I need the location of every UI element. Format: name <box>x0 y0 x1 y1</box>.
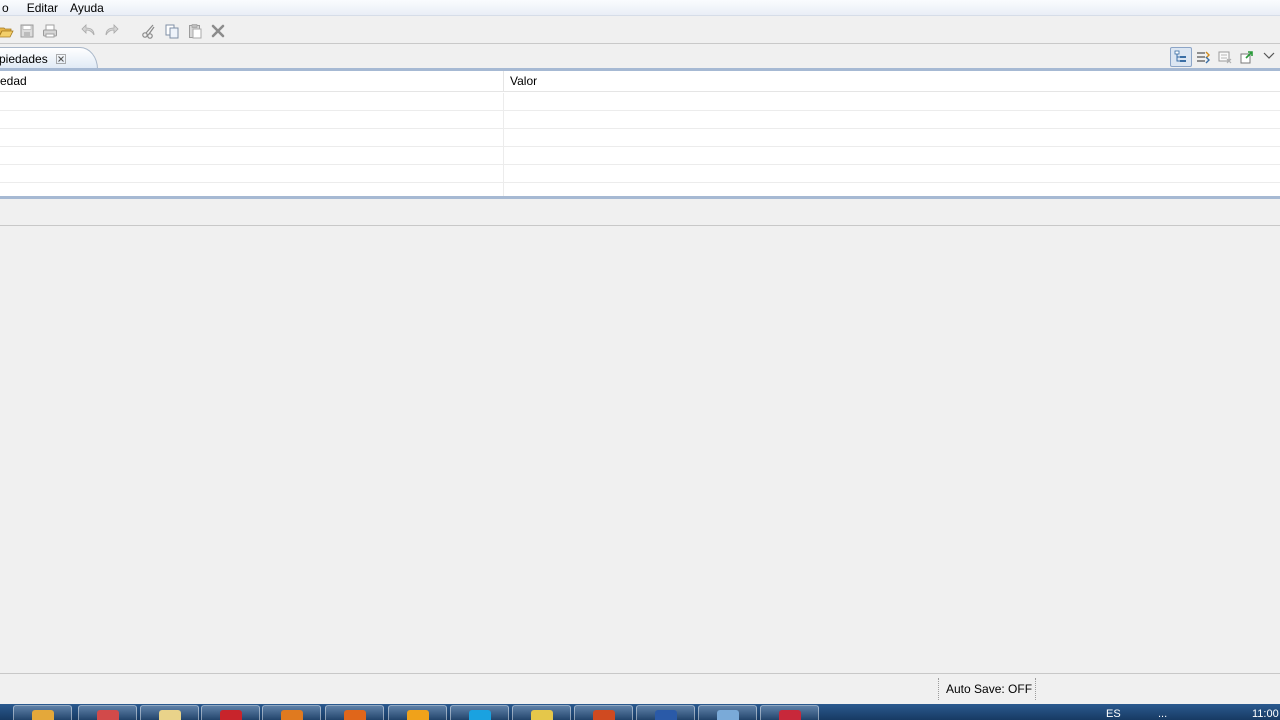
property-cell <box>0 165 504 183</box>
menu-editar[interactable]: Editar <box>21 0 64 16</box>
value-cell[interactable] <box>504 147 1280 165</box>
restore-default-icon[interactable] <box>1214 47 1236 67</box>
menu-archivo[interactable]: o <box>0 0 17 16</box>
show-advanced-icon[interactable] <box>1192 47 1214 67</box>
table-row[interactable] <box>0 93 1280 111</box>
table-row[interactable] <box>0 165 1280 183</box>
redo-icon[interactable] <box>102 22 120 40</box>
firefox-icon[interactable] <box>262 705 321 720</box>
tab-label: piedades <box>0 51 48 66</box>
close-icon[interactable] <box>55 53 66 64</box>
property-cell <box>0 93 504 111</box>
explorer-icon[interactable] <box>140 705 199 720</box>
table-row[interactable] <box>0 129 1280 147</box>
language-indicator[interactable]: ES <box>1106 708 1121 720</box>
skype-icon[interactable] <box>450 705 509 720</box>
column-header-value[interactable]: Valor <box>504 71 1280 92</box>
menu-bar: o Editar Ayuda <box>0 0 1280 16</box>
show-categories-icon[interactable] <box>1170 47 1192 67</box>
view-menu-icon[interactable] <box>1258 47 1280 67</box>
status-separator <box>938 678 940 700</box>
open-icon[interactable] <box>0 22 15 40</box>
acrobat-icon[interactable] <box>201 705 260 720</box>
puzzle-icon[interactable] <box>388 705 447 720</box>
save-icon[interactable] <box>18 22 36 40</box>
property-cell <box>0 111 504 129</box>
paint-icon[interactable] <box>78 705 137 720</box>
cut-icon[interactable] <box>140 22 158 40</box>
status-bar: Auto Save: OFF <box>0 673 1280 704</box>
basketball-icon[interactable] <box>325 705 384 720</box>
value-cell[interactable] <box>504 129 1280 147</box>
status-separator <box>1035 678 1037 700</box>
table-row[interactable] <box>0 111 1280 129</box>
property-cell <box>0 129 504 147</box>
shield-icon[interactable] <box>512 705 571 720</box>
copy-icon[interactable] <box>163 22 181 40</box>
auto-save-status: Auto Save: OFF <box>946 682 1033 696</box>
column-divider <box>503 183 504 197</box>
view-actions <box>1170 47 1280 67</box>
panel-separator <box>0 225 1280 226</box>
word-icon[interactable] <box>636 705 695 720</box>
view-tab-strip: piedades <box>0 45 1280 69</box>
main-toolbar <box>0 17 1280 44</box>
table-header: edad Valor <box>0 71 1280 92</box>
properties-table: edad Valor <box>0 71 1280 197</box>
pin-icon[interactable] <box>1236 47 1258 67</box>
value-cell[interactable] <box>504 165 1280 183</box>
print-icon[interactable] <box>41 22 59 40</box>
table-bottom-border <box>0 196 1280 199</box>
value-cell[interactable] <box>504 93 1280 111</box>
paste-icon[interactable] <box>186 22 204 40</box>
property-cell <box>0 147 504 165</box>
ie-icon[interactable] <box>13 705 72 720</box>
window-icon[interactable] <box>698 705 757 720</box>
column-header-property[interactable]: edad <box>0 71 504 92</box>
undo-icon[interactable] <box>80 22 98 40</box>
clock[interactable]: 11:00 <box>1252 708 1279 720</box>
delete-icon[interactable] <box>209 22 227 40</box>
tab-propiedades[interactable]: piedades <box>0 47 98 69</box>
flash-icon[interactable] <box>760 705 819 720</box>
tray-icons[interactable]: ... <box>1158 708 1167 720</box>
taskbar: ES ... 11:00 <box>0 704 1280 720</box>
menu-ayuda[interactable]: Ayuda <box>64 0 110 16</box>
powerpoint-icon[interactable] <box>574 705 633 720</box>
value-cell[interactable] <box>504 111 1280 129</box>
table-row[interactable] <box>0 147 1280 165</box>
